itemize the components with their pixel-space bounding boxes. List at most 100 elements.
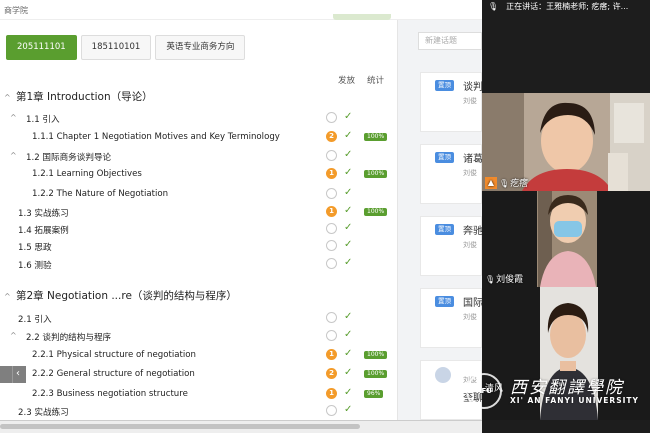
outline-row[interactable]: 2.1 引入 ✓ [0,310,400,328]
course-app: 商学院 205111101 185110101 英语专业商务方向 发放 统计 ^… [0,0,482,433]
outline-label: 1.5 思政 [18,243,52,253]
outline-label: 2.2.3 Business negotiation structure [32,389,188,399]
published-check-icon[interactable]: ✓ [344,187,352,198]
status-circle-icon [326,188,337,199]
university-logo-icon: XFU [466,373,502,409]
published-check-icon[interactable]: ✓ [344,149,352,160]
outline-row[interactable]: 1.4 拓展案例 ✓ [0,221,400,239]
microphone-icon: 🎙 [499,178,510,188]
status-circle-icon [326,112,337,123]
university-watermark: XFU 西安翻譯學院 XI' AN FANYI UNIVERSITY [466,373,650,409]
published-check-icon[interactable]: ✓ [344,130,352,141]
completion-badge: 96% [364,390,384,398]
topic-card[interactable]: 置顶 国际 刘俊 [420,288,482,348]
outline-label: 2.2.1 Physical structure of negotiation [32,350,196,360]
brand-label: 商学院 [4,6,28,15]
outline-label: 2.1 引入 [18,315,52,325]
collapse-sidebar-button[interactable]: ‹ [0,366,26,383]
collapse-icon[interactable]: ^ [4,292,16,301]
topic-card[interactable]: 置顶 奔驰 刘俊 [420,216,482,276]
status-circle-icon [326,312,337,323]
task-count-badge: 1 [326,349,337,360]
watermark-english-name: XI' AN FANYI UNIVERSITY [510,396,639,405]
outline-row[interactable]: 1.2.2 The Nature of Negotiation ✓ [0,186,400,204]
outline-label: 1.2 国际商务谈判导论 [26,153,112,163]
status-circle-icon [326,330,337,341]
outline-label: 1.1 引入 [26,115,60,125]
discussion-panel: 新建话题 置顶 谈判 刘俊 置顶 诸葛 刘俊 置顶 奔驰 刘俊 置顶 国际 刘俊… [398,20,482,420]
outline-row[interactable]: 2.2.2 General structure of negotiation 2 ✓… [0,366,400,384]
participant-tile[interactable]: ▲ 🎙疙瘩 [482,93,650,191]
outline-label: 1.2.2 The Nature of Negotiation [32,189,169,199]
status-circle-icon [326,240,337,251]
pinned-badge: 置顶 [435,224,454,235]
collapse-icon[interactable]: ^ [10,331,17,340]
top-bar: 商学院 [0,0,482,20]
task-count-badge: 2 [326,131,337,142]
collapse-icon[interactable]: ^ [4,93,16,102]
outline-row[interactable]: 1.3 实战练习 1 ✓ 100% [0,204,400,222]
new-topic-input[interactable]: 新建话题 [418,32,482,50]
tab-class-3[interactable]: 英语专业商务方向 [155,35,246,60]
topic-author: 刘俊 [463,313,477,321]
status-circle-icon [326,405,337,416]
collapse-icon[interactable]: ^ [10,113,17,122]
published-check-icon[interactable]: ✓ [344,222,352,233]
topic-title: 诸葛 [463,154,482,165]
participant-tile[interactable]: 🎙刘俊霞 [482,191,650,287]
topic-author: 刘俊 [463,241,477,249]
chapter-1-title[interactable]: ^ 第1章 Introduction（导论） [4,89,153,104]
watermark-chinese-name: 西安翻譯學院 [510,378,624,398]
outline-row[interactable]: 2.3 实战练习 ✓ [0,403,400,421]
task-count-badge: 1 [326,206,337,217]
published-check-icon[interactable]: ✓ [344,205,352,216]
outline-row[interactable]: ^ 1.1 引入 ✓ [0,110,400,128]
published-check-icon[interactable]: ✓ [344,239,352,250]
outline-label: 2.2.2 General structure of negotiation [32,369,195,379]
scrollbar-thumb[interactable] [0,424,360,429]
chevron-left-icon: ‹ [16,368,20,379]
completion-badge: 100% [364,351,388,359]
outline-row[interactable]: 1.1.1 Chapter 1 Negotiation Motives and … [0,129,400,147]
chapter-2-title[interactable]: ^ 第2章 Negotiation ...re（谈判的结构与程序） [4,288,237,303]
tab-class-1[interactable]: 205111101 [6,35,77,60]
topic-card[interactable]: 置顶 诸葛 刘俊 [420,144,482,204]
outline-row[interactable]: ^ 2.2 谈判的结构与程序 ✓ [0,328,400,346]
outline-label: 2.2 谈判的结构与程序 [26,333,112,343]
stats-header: 统计 [367,76,385,86]
pinned-badge: 置顶 [435,152,454,163]
video-conference-panel: 🎙 正在讲话：王雅楠老师; 疙瘩; 许... ▲ 🎙疙瘩 🎙刘俊霞 清风 [482,0,650,433]
outline-row[interactable]: 1.2.1 Learning Objectives 1 ✓ 100% [0,166,400,184]
status-circle-icon [326,223,337,234]
completion-badge: 100% [364,370,388,378]
outline-label: 1.1.1 Chapter 1 Negotiation Motives and … [32,132,280,142]
outline-row[interactable]: 1.5 思政 ✓ [0,238,400,256]
top-action-button[interactable] [333,14,391,20]
published-check-icon[interactable]: ✓ [344,404,352,415]
outline-row[interactable]: 2.2.3 Business negotiation structure 1 ✓ 96… [0,386,400,404]
outline-label: 1.3 实战练习 [18,209,69,219]
collapse-icon[interactable]: ^ [10,151,17,160]
task-count-badge: 1 [326,388,337,399]
published-check-icon[interactable]: ✓ [344,367,352,378]
speaking-indicator: 🎙 正在讲话：王雅楠老师; 疙瘩; 许... [482,0,650,13]
topic-card[interactable]: 置顶 谈判 刘俊 [420,72,482,132]
outline-label: 1.6 测验 [18,261,52,271]
microphone-icon: 🎙 [485,275,496,284]
published-check-icon[interactable]: ✓ [344,348,352,359]
tab-class-2[interactable]: 185110101 [80,35,152,60]
published-check-icon[interactable]: ✓ [344,111,352,122]
published-check-icon[interactable]: ✓ [344,311,352,322]
topic-title: 奔驰 [463,226,482,237]
completion-badge: 100% [364,170,388,178]
published-check-icon[interactable]: ✓ [344,387,352,398]
outline-row[interactable]: 1.6 测验 ✓ [0,256,400,274]
outline-row[interactable]: 2.2.1 Physical structure of negotiation 1… [0,347,400,365]
completion-badge: 100% [364,208,388,216]
published-check-icon[interactable]: ✓ [344,167,352,178]
host-icon: ▲ [485,177,497,189]
published-check-icon[interactable]: ✓ [344,257,352,268]
published-check-icon[interactable]: ✓ [344,329,352,340]
topic-author: 刘俊 [463,169,477,177]
outline-row[interactable]: ^ 1.2 国际商务谈判导论 ✓ [0,148,400,166]
